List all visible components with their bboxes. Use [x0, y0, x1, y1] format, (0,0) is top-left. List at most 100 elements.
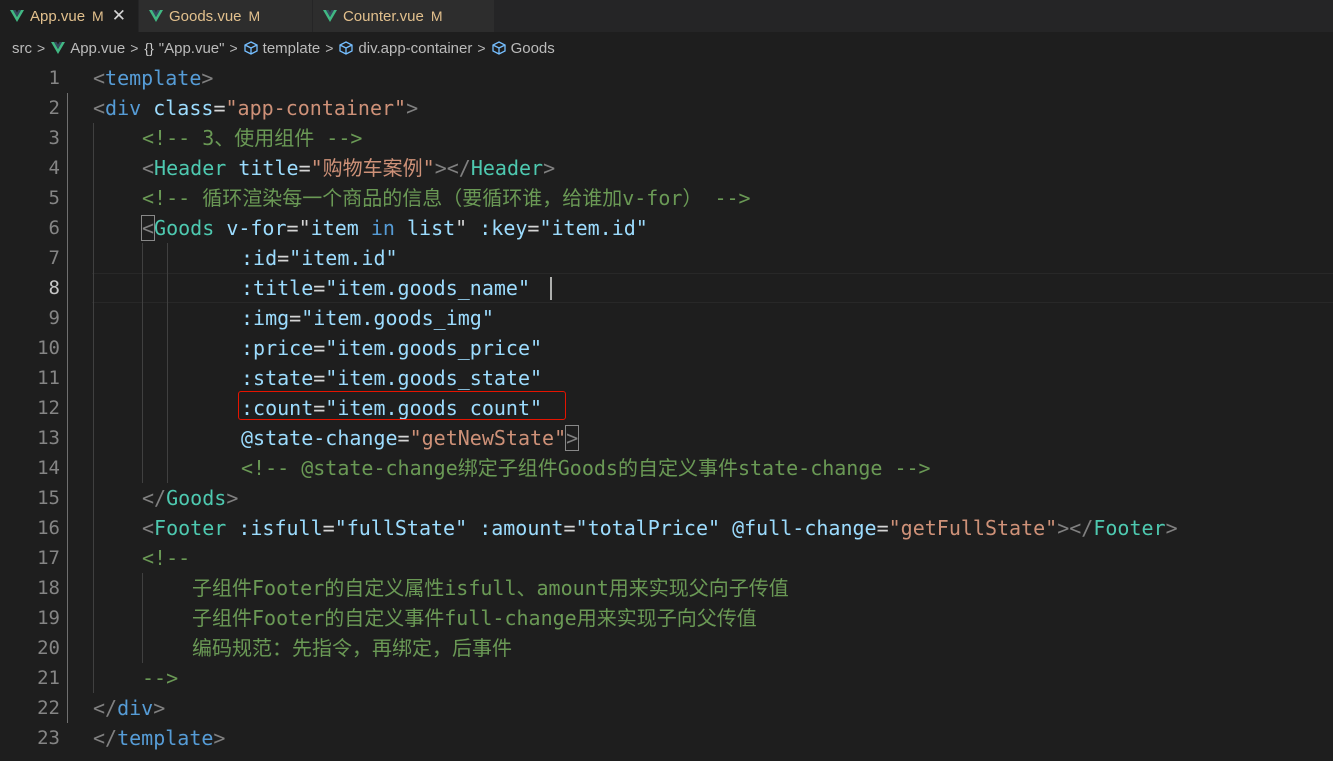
line-number: 1	[48, 67, 60, 89]
code-line: 22 </div>	[0, 693, 1333, 723]
line-content: </div>	[93, 696, 166, 720]
line-number: 15	[37, 487, 60, 509]
line-content: 子组件Footer的自定义属性isfull、amount用来实现父向子传值	[192, 576, 789, 600]
line-content: :state="item.goods_state"	[241, 366, 543, 390]
line-content: <Goods v-for="item in list" :key="item.i…	[140, 215, 648, 241]
code-line: 6 <Goods v-for="item in list" :key="item…	[0, 213, 1333, 243]
breadcrumb-goods[interactable]: Goods	[491, 40, 555, 57]
line-content: <!-- 3、使用组件 -->	[142, 126, 363, 150]
code-line: 12 :count="item.goods_count"	[0, 393, 1333, 423]
line-number: 6	[48, 217, 60, 239]
editor-tab-bar: App.vue M ✕ Goods.vue M Counter.vue M	[0, 0, 1333, 32]
line-number: 8	[48, 277, 60, 299]
line-content: -->	[142, 666, 179, 690]
line-content: </template>	[93, 726, 226, 750]
vue-file-icon	[322, 10, 337, 22]
chevron-right-icon: >	[130, 40, 139, 56]
line-number: 12	[37, 397, 60, 419]
breadcrumb-template[interactable]: template	[244, 39, 321, 57]
line-number: 18	[37, 577, 60, 599]
code-line: 23 </template>	[0, 723, 1333, 753]
line-content: </Goods>	[142, 486, 239, 510]
line-number: 16	[37, 517, 60, 539]
line-number: 19	[37, 607, 60, 629]
tab-app-vue[interactable]: App.vue M ✕	[0, 0, 139, 32]
breadcrumb-label: template	[262, 39, 321, 57]
code-line: 9 :img="item.goods_img"	[0, 303, 1333, 333]
code-line: 20 编码规范：先指令，再绑定，后事件	[0, 633, 1333, 663]
code-line: 15 </Goods>	[0, 483, 1333, 513]
line-content: <!--	[142, 546, 191, 570]
breadcrumb-file[interactable]: App.vue	[51, 40, 125, 57]
breadcrumb-label: "App.vue"	[158, 39, 225, 57]
tab-goods-vue[interactable]: Goods.vue M	[138, 0, 313, 32]
line-number: 3	[48, 127, 60, 149]
line-number: 7	[48, 247, 60, 269]
chevron-right-icon: >	[477, 40, 486, 56]
annotation-highlight-box	[238, 391, 566, 420]
breadcrumb-script[interactable]: {} "App.vue"	[144, 40, 224, 57]
cube-icon	[339, 41, 354, 55]
breadcrumb-label: div.app-container	[358, 39, 473, 57]
tab-label: Goods.vue	[168, 7, 242, 25]
line-content: 子组件Footer的自定义事件full-change用来实现子向父传值	[192, 606, 757, 630]
close-icon[interactable]: ✕	[112, 6, 126, 26]
matching-bracket: <	[140, 215, 156, 241]
tab-label: Counter.vue	[342, 7, 424, 25]
line-number: 5	[48, 187, 60, 209]
braces-icon: {}	[144, 40, 154, 56]
vue-file-icon	[148, 10, 163, 22]
code-line: 17 <!--	[0, 543, 1333, 573]
code-editor[interactable]: 1 <template> 2 <div class="app-container…	[0, 63, 1333, 761]
line-content: :title="item.goods_name"	[241, 276, 530, 300]
line-content: <!-- 循环渲染每一个商品的信息（要循环谁，给谁加v-for） -->	[142, 186, 751, 210]
line-number: 20	[37, 637, 60, 659]
line-number: 2	[48, 97, 60, 119]
line-content: :price="item.goods_price"	[241, 336, 543, 360]
code-line: 5 <!-- 循环渲染每一个商品的信息（要循环谁，给谁加v-for） -->	[0, 183, 1333, 213]
line-number: 10	[37, 337, 60, 359]
modified-indicator: M	[248, 8, 261, 24]
code-line: 16 <Footer :isfull="fullState" :amount="…	[0, 513, 1333, 543]
matching-bracket: >	[565, 425, 580, 451]
cube-icon	[491, 41, 506, 55]
breadcrumb-label: App.vue	[70, 39, 126, 57]
text-cursor	[550, 277, 552, 300]
code-line: 18 子组件Footer的自定义属性isfull、amount用来实现父向子传值	[0, 573, 1333, 603]
line-number: 11	[37, 367, 60, 389]
code-line: 7 :id="item.id"	[0, 243, 1333, 273]
line-content: @state-change="getNewState">	[241, 425, 580, 451]
line-content: <div class="app-container">	[93, 96, 419, 120]
code-line: 14 <!-- @state-change绑定子组件Goods的自定义事件sta…	[0, 453, 1333, 483]
chevron-right-icon: >	[37, 40, 46, 56]
code-line: 3 <!-- 3、使用组件 -->	[0, 123, 1333, 153]
code-line: 21 -->	[0, 663, 1333, 693]
line-number: 14	[37, 457, 60, 479]
vue-file-icon	[10, 10, 24, 22]
line-number: 22	[37, 697, 60, 719]
code-line: 1 <template>	[0, 63, 1333, 93]
line-content: :id="item.id"	[241, 246, 398, 270]
line-content: <Header title="购物车案例"></Header>	[142, 156, 556, 180]
code-line: 4 <Header title="购物车案例"></Header>	[0, 153, 1333, 183]
line-number: 21	[37, 667, 60, 689]
code-line: 19 子组件Footer的自定义事件full-change用来实现子向父传值	[0, 603, 1333, 633]
line-number: 4	[48, 157, 60, 179]
line-number: 9	[48, 307, 60, 329]
vue-file-icon	[51, 42, 66, 54]
code-line: 13 @state-change="getNewState">	[0, 423, 1333, 453]
line-content: 编码规范：先指令，再绑定，后事件	[192, 636, 512, 660]
breadcrumb-container[interactable]: div.app-container	[339, 40, 472, 57]
breadcrumb-src[interactable]: src	[12, 40, 32, 57]
line-content: <!-- @state-change绑定子组件Goods的自定义事件state-…	[241, 456, 931, 480]
code-line: 8 :title="item.goods_name"	[0, 273, 1333, 303]
breadcrumb: src > App.vue > {} "App.vue" > template …	[0, 32, 1333, 64]
line-content: :img="item.goods_img"	[241, 306, 494, 330]
code-line: 10 :price="item.goods_price"	[0, 333, 1333, 363]
line-number: 13	[37, 427, 60, 449]
tab-counter-vue[interactable]: Counter.vue M	[312, 0, 495, 32]
line-content: <Footer :isfull="fullState" :amount="tot…	[142, 516, 1178, 540]
code-line: 2 <div class="app-container">	[0, 93, 1333, 123]
tab-label: App.vue	[30, 7, 86, 25]
modified-indicator: M	[92, 8, 104, 24]
